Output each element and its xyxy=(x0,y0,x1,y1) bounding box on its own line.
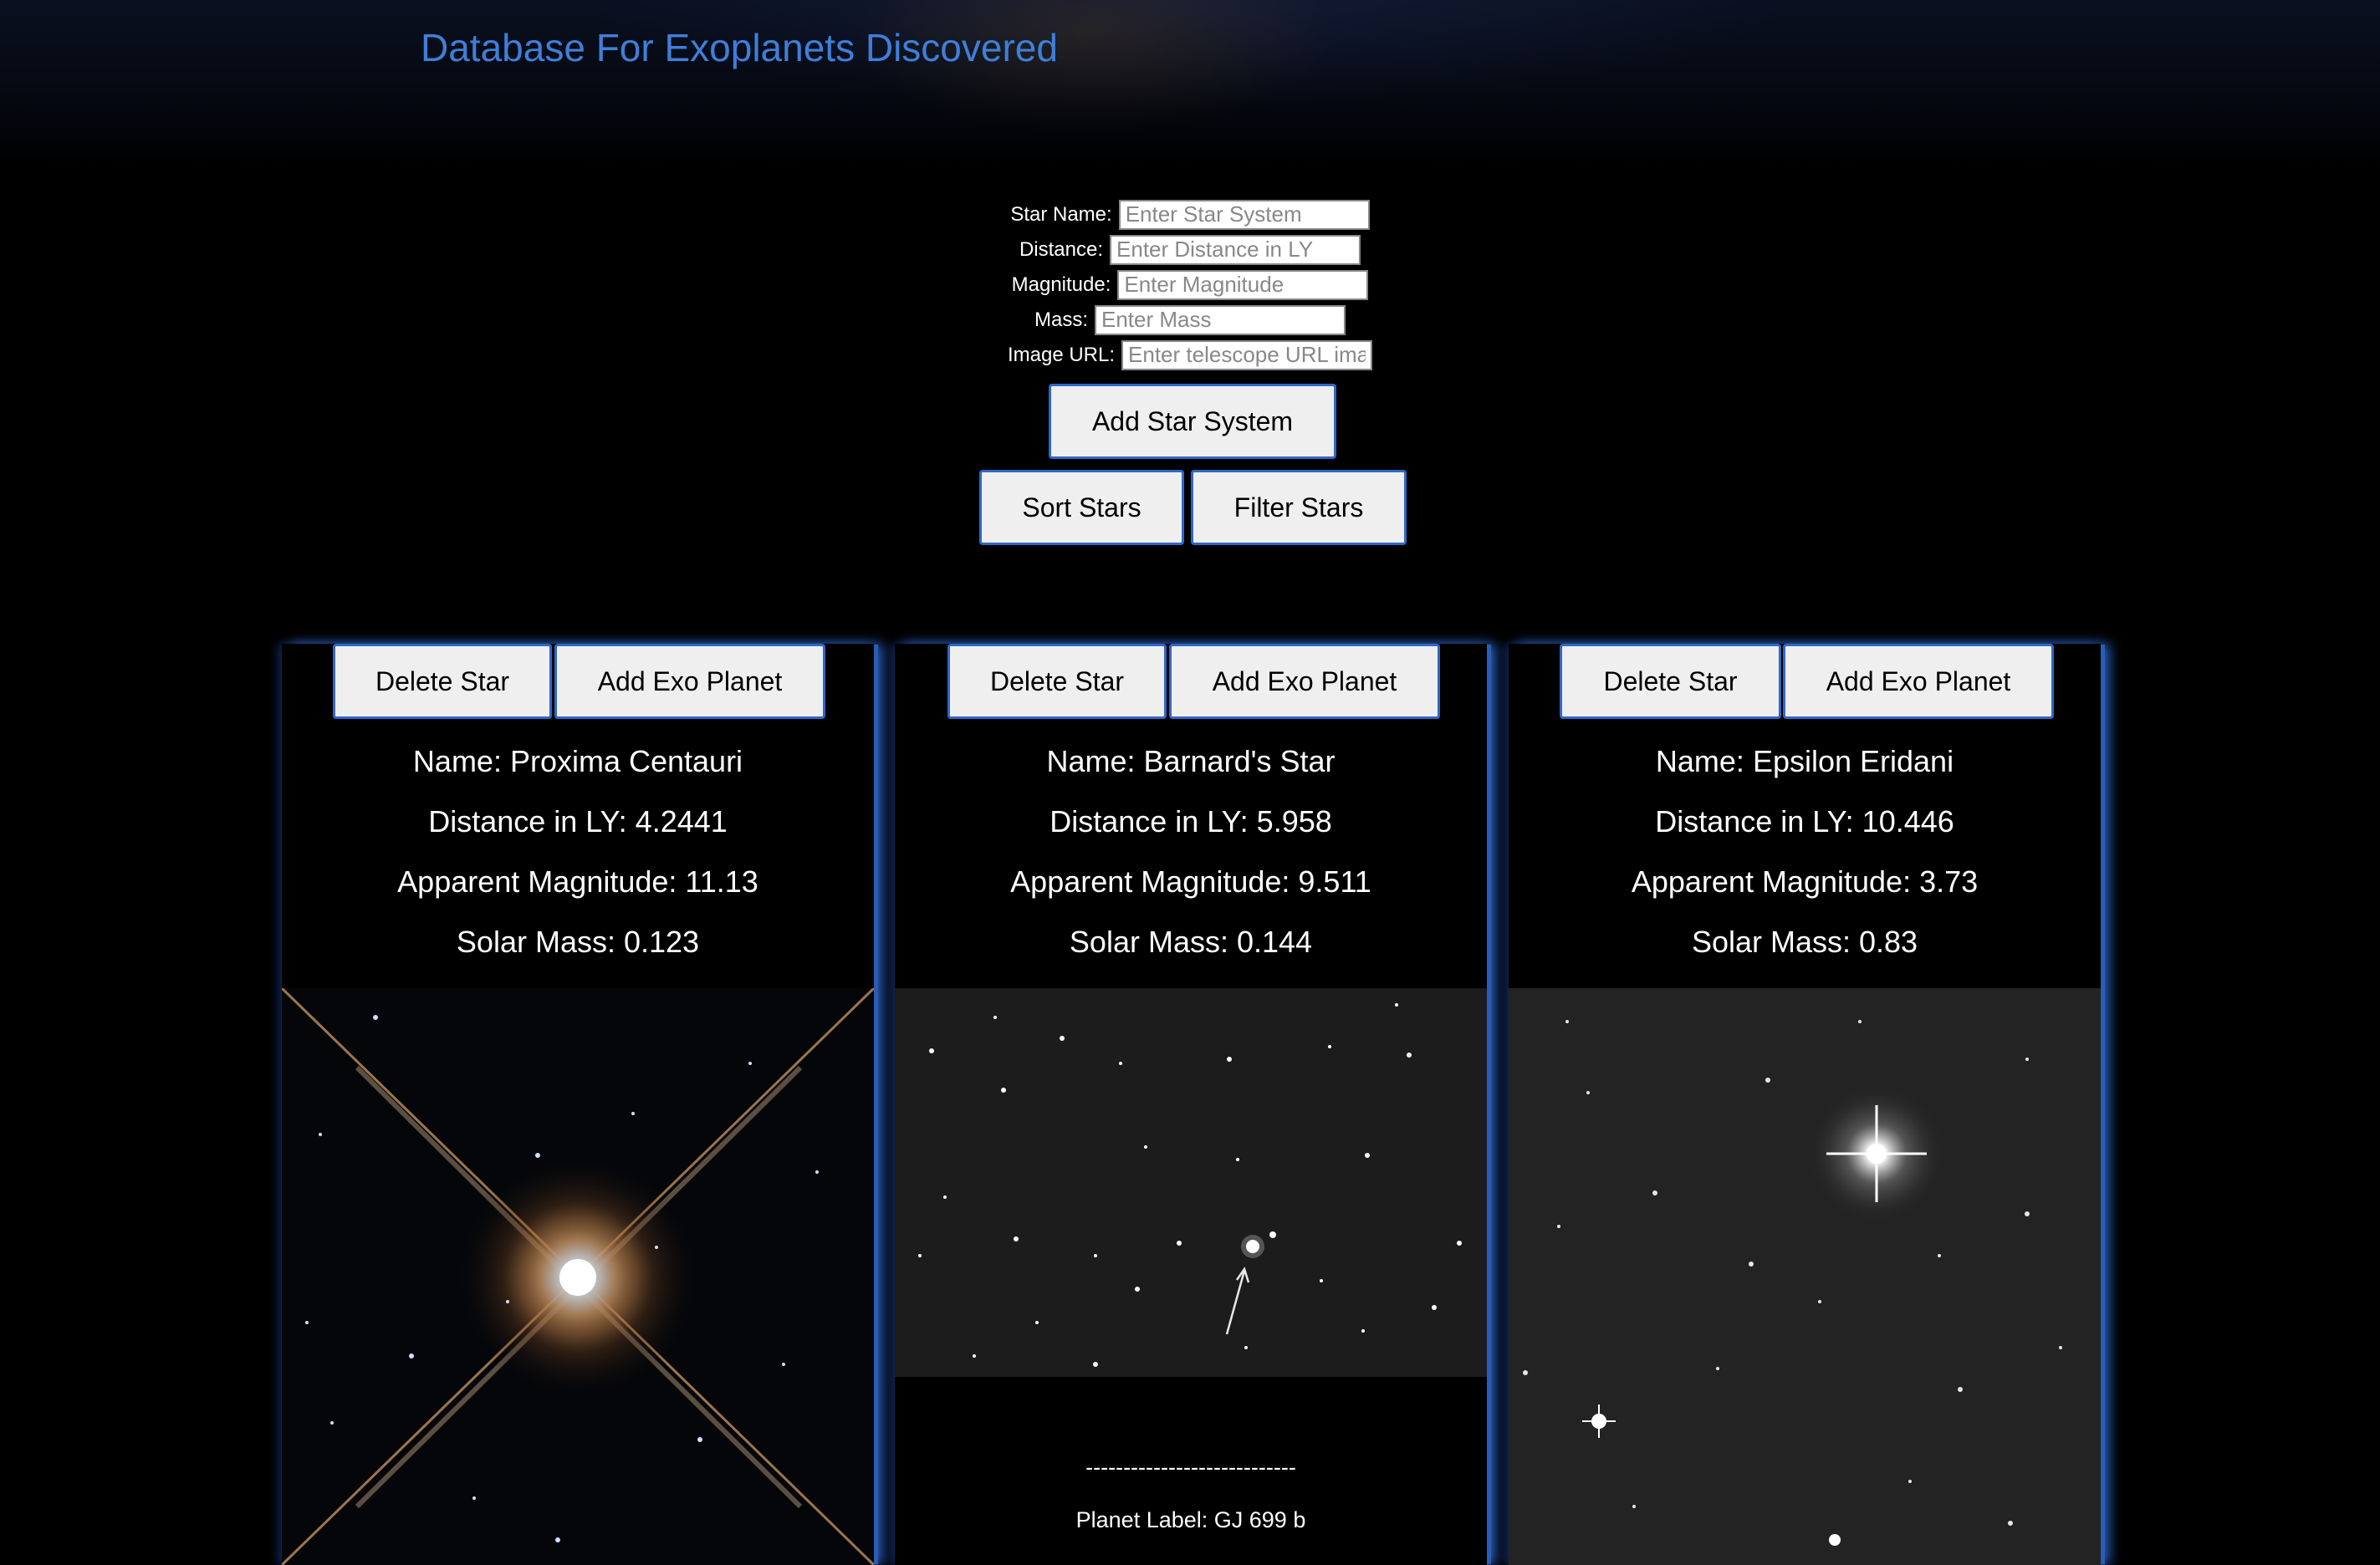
image-url-input[interactable] xyxy=(1121,339,1373,370)
page-title: Database For Exoplanets Discovered xyxy=(421,26,1058,69)
delete-star-button[interactable]: Delete Star xyxy=(1560,644,1781,719)
add-exo-planet-button[interactable]: Add Exo Planet xyxy=(554,644,825,719)
image-url-row: Image URL: xyxy=(0,338,2380,372)
mass-row: Mass: xyxy=(0,303,2380,337)
star-magnitude: Apparent Magnitude: 11.13 xyxy=(397,864,758,899)
star-photo-icon xyxy=(895,988,1487,1377)
planet-label: Planet Label: GJ 699 b xyxy=(1075,1507,1306,1532)
mass-label: Mass: xyxy=(1034,308,1088,331)
sort-stars-button[interactable]: Sort Stars xyxy=(979,470,1184,545)
add-exo-planet-button[interactable]: Add Exo Planet xyxy=(1169,644,1440,719)
star-distance: Distance in LY: 4.2441 xyxy=(428,804,728,839)
magnitude-label: Magnitude: xyxy=(1011,273,1111,296)
star-name-input[interactable] xyxy=(1118,199,1370,230)
planet-divider: ---------------------------- xyxy=(1085,1455,1296,1480)
mass-input[interactable] xyxy=(1095,304,1346,335)
barnards-star-photo xyxy=(895,988,1487,1377)
distance-label: Distance: xyxy=(1019,237,1104,261)
star-card-epsilon-eridani: Delete Star Add Exo Planet Name: Epsilon… xyxy=(1509,644,2101,1565)
distance-input[interactable] xyxy=(1110,234,1361,265)
image-url-label: Image URL: xyxy=(1007,343,1116,366)
filter-stars-button[interactable]: Filter Stars xyxy=(1191,470,1407,545)
star-mass: Solar Mass: 0.123 xyxy=(456,925,700,959)
star-photo-icon xyxy=(1509,988,2101,1565)
delete-star-button[interactable]: Delete Star xyxy=(333,644,552,719)
header-background xyxy=(0,0,2380,167)
distance-row: Distance: xyxy=(0,232,2380,267)
star-magnitude: Apparent Magnitude: 9.511 xyxy=(1010,864,1371,899)
star-distance: Distance in LY: 10.446 xyxy=(1655,804,1954,839)
magnitude-input[interactable] xyxy=(1117,269,1369,300)
star-name-row: Star Name: xyxy=(0,197,2380,232)
star-card-proxima-centauri: Delete Star Add Exo Planet Name: Proxima… xyxy=(282,644,874,1565)
add-exo-planet-button[interactable]: Add Exo Planet xyxy=(1783,644,2054,719)
star-distance: Distance in LY: 5.958 xyxy=(1050,804,1332,839)
star-magnitude: Apparent Magnitude: 3.73 xyxy=(1631,864,1979,899)
star-name-label: Star Name: xyxy=(1010,202,1112,226)
add-star-system-button[interactable]: Add Star System xyxy=(1049,384,1336,459)
proxima-centauri-photo xyxy=(282,988,874,1565)
magnitude-row: Magnitude: xyxy=(0,268,2380,302)
star-name: Name: Barnard's Star xyxy=(1046,744,1336,778)
star-name: Name: Epsilon Eridani xyxy=(1655,744,1954,778)
delete-star-button[interactable]: Delete Star xyxy=(947,644,1167,719)
epsilon-eridani-photo xyxy=(1509,988,2101,1565)
star-mass: Solar Mass: 0.144 xyxy=(1069,925,1313,959)
star-card-barnards-star: Delete Star Add Exo Planet Name: Barnard… xyxy=(895,644,1487,1565)
star-photo-icon xyxy=(282,988,874,1565)
star-name: Name: Proxima Centauri xyxy=(412,744,743,778)
star-mass: Solar Mass: 0.83 xyxy=(1691,925,1918,959)
